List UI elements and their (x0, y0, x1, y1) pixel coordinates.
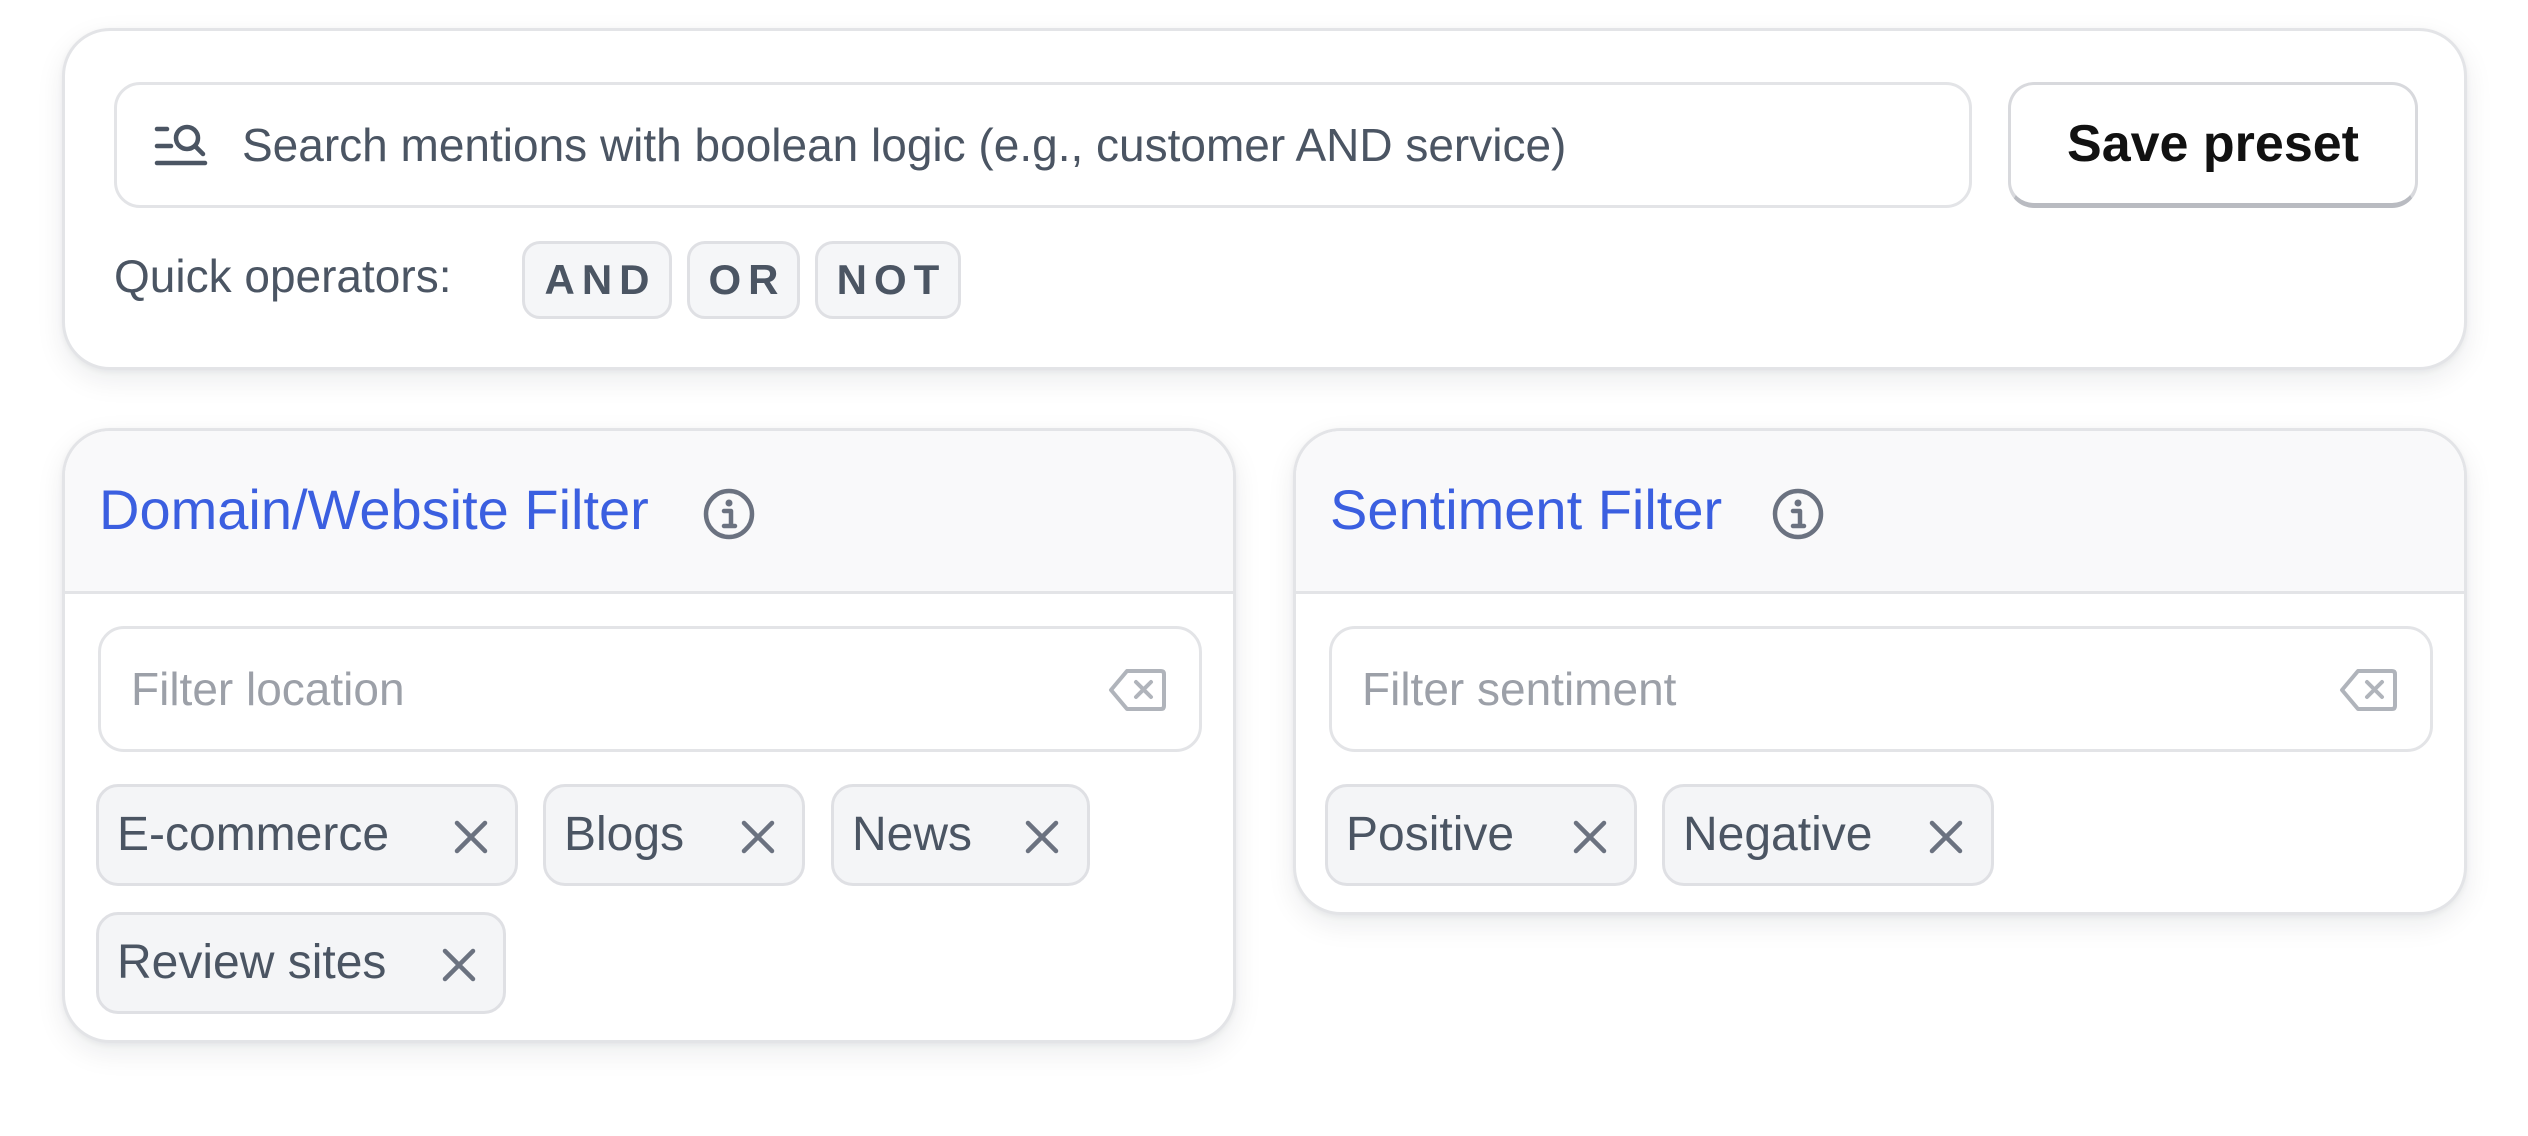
search-filter-icon (154, 124, 208, 166)
quick-operators-label: Quick operators: (114, 250, 452, 302)
operator-not-button[interactable]: NOT (815, 241, 961, 319)
search-input[interactable] (242, 85, 1949, 205)
domain-filter-header: Domain/Website Filter (65, 431, 1233, 594)
tag-news: News (831, 784, 1090, 886)
remove-tag-icon[interactable] (1570, 817, 1610, 857)
domain-filter-panel: Domain/Website Filter E-commerce Blogs N… (62, 428, 1236, 1043)
domain-filter-title: Domain/Website Filter (99, 478, 649, 541)
tag-blogs: Blogs (543, 784, 805, 886)
tag-positive: Positive (1325, 784, 1637, 886)
filter-sentiment-input[interactable] (1362, 629, 2262, 749)
filter-location-input[interactable] (131, 629, 1031, 749)
tag-negative: Negative (1662, 784, 1994, 886)
sentiment-filter-box[interactable] (1329, 626, 2433, 752)
domain-filter-box[interactable] (98, 626, 1202, 752)
tag-review-sites: Review sites (96, 912, 506, 1014)
tag-label: E-commerce (117, 808, 390, 861)
info-icon[interactable] (701, 486, 757, 542)
remove-tag-icon[interactable] (451, 817, 491, 857)
operator-or-button[interactable]: OR (687, 241, 800, 319)
info-icon[interactable] (1770, 486, 1826, 542)
tag-e-commerce: E-commerce (96, 784, 518, 886)
tag-label: Blogs (564, 808, 685, 861)
tag-label: News (852, 808, 973, 861)
search-box[interactable] (114, 82, 1972, 208)
sentiment-filter-header: Sentiment Filter (1296, 431, 2464, 594)
backspace-clear-icon[interactable] (2338, 667, 2398, 713)
remove-tag-icon[interactable] (1926, 817, 1966, 857)
save-preset-button[interactable]: Save preset (2008, 82, 2418, 208)
remove-tag-icon[interactable] (738, 817, 778, 857)
search-card: Save preset Quick operators: AND OR NOT (62, 28, 2467, 370)
tag-label: Review sites (117, 936, 387, 989)
remove-tag-icon[interactable] (1022, 817, 1062, 857)
tag-label: Negative (1683, 808, 1873, 861)
sentiment-filter-panel: Sentiment Filter Positive Negative (1293, 428, 2467, 915)
remove-tag-icon[interactable] (439, 945, 479, 985)
operator-and-button[interactable]: AND (522, 241, 672, 319)
backspace-clear-icon[interactable] (1107, 667, 1167, 713)
tag-label: Positive (1346, 808, 1515, 861)
sentiment-filter-title: Sentiment Filter (1330, 478, 1723, 541)
